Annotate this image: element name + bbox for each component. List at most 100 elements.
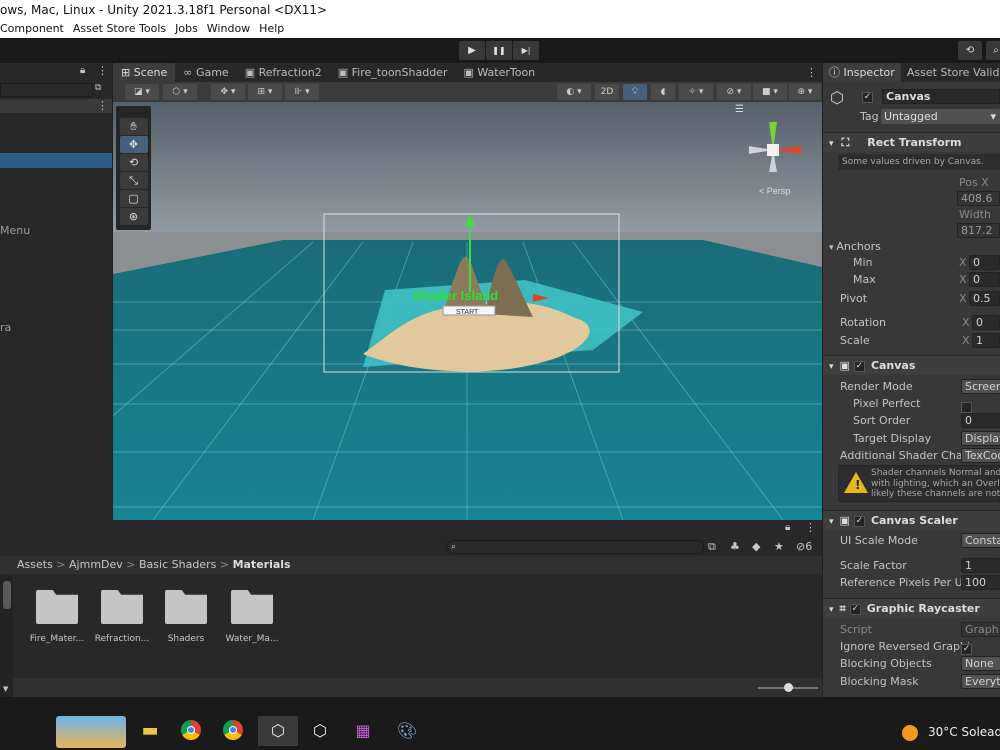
tab-game[interactable]: ∞ Game [175, 63, 236, 82]
anchor-min-x-field[interactable]: 0 [969, 255, 1000, 270]
menu-item-asset-store-tools[interactable]: Asset Store Tools [73, 22, 166, 35]
grid-snap-icon[interactable]: ⊞ ▾ [248, 84, 282, 100]
icon-size-slider-thumb[interactable] [784, 683, 793, 692]
breadcrumb-basic-shaders[interactable]: Basic Shaders [139, 558, 216, 571]
breadcrumb-materials[interactable]: Materials [233, 558, 291, 571]
graphic-raycaster-enabled-checkbox[interactable]: ✓ [849, 603, 861, 615]
tab-scene[interactable]: ⊞ Scene [113, 63, 176, 82]
app-icon[interactable]: ▦ [348, 716, 378, 746]
hand-tool-icon[interactable]: ✋︎ [119, 118, 148, 135]
tab-fire-toonshadder[interactable]: ▣ Fire_toonShadder [330, 63, 456, 82]
lock-icon[interactable]: 🔒︎ [80, 65, 85, 76]
audio-icon[interactable]: ◖ [651, 84, 675, 100]
graphic-raycaster-header[interactable]: ▾ ⌗ ✓ Graphic Raycaster [823, 598, 1000, 618]
menu-item-help[interactable]: Help [259, 22, 284, 35]
render-mode-dropdown[interactable]: Screen [961, 379, 1000, 394]
filter-type-icon[interactable]: ♣ [730, 540, 740, 553]
target-display-dropdown[interactable]: Display [961, 431, 1000, 446]
pause-button[interactable]: ❚❚ [486, 41, 512, 60]
folder-item[interactable]: Water_Ma... [217, 590, 287, 644]
tab-refraction2[interactable]: ▣ Refraction2 [237, 63, 330, 82]
hierarchy-item-menu[interactable]: Menu [0, 224, 30, 237]
active-checkbox[interactable]: ✓ [862, 90, 873, 103]
breadcrumb-assets[interactable]: Assets [17, 558, 53, 571]
anchor-max-x-field[interactable]: 0 [969, 272, 1000, 287]
width-field[interactable]: 817.2 [957, 223, 1000, 238]
increment-snap-icon[interactable]: ⊪ ▾ [285, 84, 319, 100]
menu-item-window[interactable]: Window [207, 22, 250, 35]
pivot-x-field[interactable]: 0.5 [969, 291, 1000, 306]
shading-mode-icon[interactable]: ◐ ▾ [557, 84, 591, 100]
project-more-icon[interactable]: ⋮ [805, 521, 816, 534]
create-asset-icon[interactable]: ⧉ [708, 540, 716, 554]
play-button[interactable]: ▶ [459, 41, 485, 60]
scale-factor-field[interactable]: 1 [961, 558, 1000, 573]
menu-item-jobs[interactable]: Jobs [175, 22, 198, 35]
rotation-x-field[interactable]: 0 [972, 315, 1000, 330]
hierarchy-selected-row[interactable] [0, 153, 112, 168]
additional-shader-dropdown[interactable]: TexCoo [961, 448, 1000, 463]
pos-x-field[interactable]: 408.6 [957, 191, 1000, 206]
canvas-enabled-checkbox[interactable]: ✓ [853, 360, 865, 372]
gizmo-cube-icon[interactable]: ⬡ ▾ [163, 84, 197, 100]
canvas-header[interactable]: ▾ ▣ ✓ Canvas [823, 355, 1000, 375]
chrome-alt-icon[interactable] [218, 716, 248, 746]
hidden-packages-icon[interactable]: ⊘6 [796, 540, 812, 553]
gizmo-menu-icon[interactable]: ☰ [735, 104, 744, 115]
favorite-star-icon[interactable]: ★ [774, 540, 784, 553]
hierarchy-item-ra[interactable]: ra [0, 321, 11, 334]
lighting-icon[interactable]: 💡︎ [623, 84, 647, 100]
folder-item[interactable]: Fire_Mater... [22, 590, 92, 644]
scene-viewport[interactable]: Shader Island START < Persp ✋︎ ✥ ⟲ ⤡ ▢ ⊛… [113, 102, 822, 520]
more-menu-icon[interactable]: ⋮ [97, 64, 108, 77]
blocking-objects-dropdown[interactable]: None [961, 656, 1000, 671]
menu-item-component[interactable]: Component [0, 22, 64, 35]
scale-tool-icon[interactable]: ⤡ [119, 172, 148, 189]
camera-icon[interactable]: ■ ▾ [753, 84, 787, 100]
sort-order-field[interactable]: 0 [961, 413, 1000, 428]
rect-tool-icon[interactable]: ▢ [119, 190, 148, 207]
effects-icon[interactable]: ✧ ▾ [679, 84, 713, 100]
scene-header-row[interactable]: ⋮ [0, 99, 112, 113]
canvas-scaler-enabled-checkbox[interactable]: ✓ [853, 515, 865, 527]
tab-asset-store-validator[interactable]: Asset Store Valida [901, 63, 1000, 82]
project-lock-icon[interactable]: 🔒︎ [785, 522, 790, 533]
unity-editor-icon[interactable]: ⬡ [258, 716, 298, 746]
paint-icon[interactable]: 🎨︎ [392, 716, 422, 746]
project-scrollbar[interactable]: ▼ [0, 575, 13, 697]
folder-item[interactable]: Shaders [151, 590, 221, 644]
file-explorer-icon[interactable]: ▬ [135, 716, 165, 746]
breadcrumb-ajmmdev[interactable]: AjmmDev [69, 558, 123, 571]
gizmos-icon[interactable]: ⊕ ▾ [789, 84, 821, 100]
hierarchy-search-input[interactable] [0, 83, 93, 97]
tag-dropdown[interactable]: Untagged ▾ [881, 109, 1000, 124]
search-icon[interactable]: ⌕ [986, 41, 1000, 60]
move-tool-icon[interactable]: ✥ [119, 136, 148, 153]
project-search-input[interactable]: ⌕ [446, 540, 704, 554]
tab-watertoon[interactable]: ▣ WaterToon [455, 63, 543, 82]
draw-mode-icon[interactable]: ◪ ▾ [125, 84, 159, 100]
move-snap-icon[interactable]: ✥ ▾ [211, 84, 245, 100]
canvas-scaler-header[interactable]: ▾ ▣ ✓ Canvas Scaler [823, 510, 1000, 530]
history-icon[interactable]: ⟲ [958, 41, 982, 60]
toggle-2d-button[interactable]: 2D [595, 84, 619, 100]
search-options-icon[interactable]: ⧉ [95, 83, 107, 96]
weather-widget[interactable]: 30°C Soleado [928, 725, 1000, 739]
chrome-icon[interactable] [176, 716, 206, 746]
scene-menu-icon[interactable]: ⋮ [97, 99, 108, 112]
transform-tool-icon[interactable]: ⊛ [119, 208, 148, 225]
rotate-tool-icon[interactable]: ⟲ [119, 154, 148, 171]
ui-scale-mode-dropdown[interactable]: Consta [961, 533, 1000, 548]
filter-label-icon[interactable]: ◆ [752, 540, 760, 553]
search-highlight-image[interactable] [56, 716, 126, 748]
object-name-field[interactable]: Canvas [882, 89, 1000, 104]
scale-x-field[interactable]: 1 [972, 333, 1000, 348]
step-button[interactable]: ▶| [513, 41, 539, 60]
tab-inspector[interactable]: ⓘ Inspector [823, 63, 901, 82]
ref-pixels-field[interactable]: 100 [961, 575, 1000, 590]
unity-hub-icon[interactable]: ⬡ [305, 716, 335, 746]
blocking-mask-dropdown[interactable]: Everyth [961, 674, 1000, 689]
scene-more-icon[interactable]: ⋮ [806, 63, 817, 82]
folder-item[interactable]: Refraction... [87, 590, 157, 644]
rect-transform-header[interactable]: ▾ ⛶ Rect Transform [823, 132, 1000, 152]
